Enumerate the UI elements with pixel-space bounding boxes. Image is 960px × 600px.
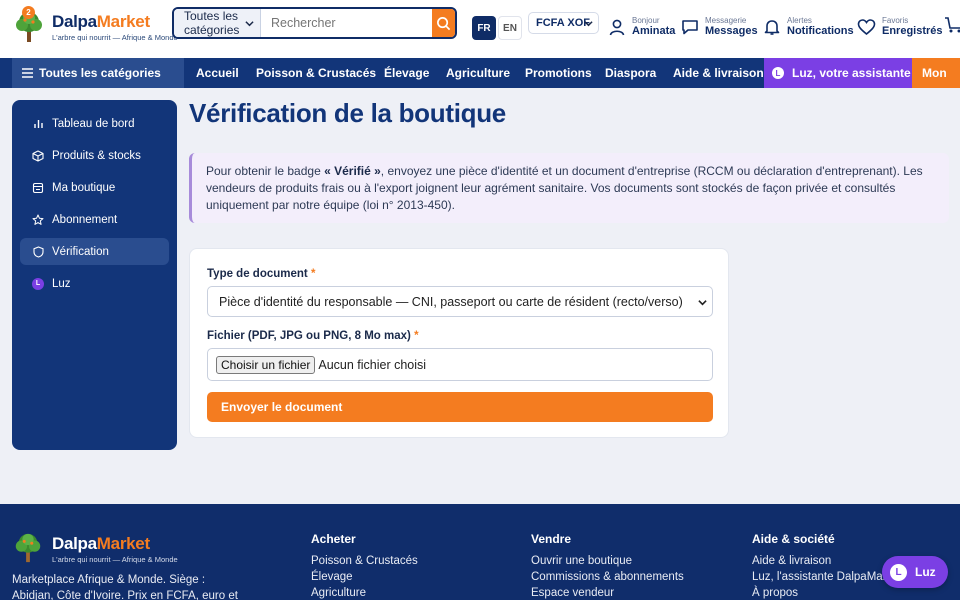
file-status: Aucun fichier choisi	[318, 357, 427, 372]
sidebar-item-luz[interactable]: L Luz	[20, 270, 169, 297]
footer-column-acheter: Acheter Poisson & Crustacés Élevage Agri…	[311, 532, 418, 600]
sidebar-item-label: Tableau de bord	[52, 117, 135, 130]
nav-link-agriculture[interactable]: Agriculture	[446, 66, 510, 80]
sidebar-item-subscription[interactable]: Abonnement	[20, 206, 169, 233]
footer-link[interactable]: Ouvrir une boutique	[531, 555, 684, 567]
box-icon	[30, 149, 46, 162]
footer-link[interactable]: À propos	[752, 587, 902, 599]
logo[interactable]: 2 DalpaMarket L'arbre qui nourrit — Afri…	[12, 6, 178, 44]
luz-icon: L	[32, 277, 44, 290]
brand-name: DalpaMarket	[52, 11, 150, 31]
nav-link-elevage[interactable]: Élevage	[384, 66, 429, 80]
doc-type-label: Type de document *	[207, 268, 316, 280]
footer-link[interactable]: Agriculture	[311, 587, 418, 599]
footer-description: Marketplace Afrique & Monde. Siège : Abi…	[12, 574, 238, 600]
submit-document-button[interactable]: Envoyer le document	[207, 392, 713, 422]
info-notice: Pour obtenir le badge « Vérifié », envoy…	[189, 153, 949, 223]
heart-icon	[857, 19, 876, 36]
brand-name: DalpaMarket	[52, 533, 150, 553]
footer-column-title: Acheter	[311, 532, 356, 546]
brand-tagline: L'arbre qui nourrit — Afrique & Monde	[52, 32, 178, 42]
footer: DalpaMarket L'arbre qui nourrit — Afriqu…	[0, 504, 960, 600]
user-icon	[609, 19, 625, 36]
shield-icon	[30, 245, 46, 258]
nav-link-aide[interactable]: Aide & livraison	[673, 66, 764, 80]
notifications-link[interactable]: Alertes Notifications	[763, 16, 854, 38]
nav-link-accueil[interactable]: Accueil	[196, 66, 239, 80]
footer-link[interactable]: Luz, l'assistante DalpaMarket	[752, 571, 902, 583]
footer-link[interactable]: Élevage	[311, 571, 418, 583]
currency-select[interactable]: FCFA XOF	[528, 12, 599, 34]
footer-link[interactable]: Espace vendeur	[531, 587, 684, 599]
sidebar-item-label: Ma boutique	[52, 181, 116, 194]
footer-column-title: Vendre	[531, 532, 572, 546]
main-nav: Toutes les catégories Accueil Poisson & …	[0, 58, 960, 88]
luz-chat-button[interactable]: L Luz	[882, 556, 948, 588]
lang-en-button[interactable]: EN	[498, 16, 522, 40]
sidebar-item-dashboard[interactable]: Tableau de bord	[20, 110, 169, 137]
favorites-link[interactable]: Favoris Enregistrés	[857, 16, 943, 38]
page-title: Vérification de la boutique	[189, 98, 506, 128]
sidebar-item-verification[interactable]: Vérification	[20, 238, 169, 265]
nav-link-poisson[interactable]: Poisson & Crustacés	[256, 66, 376, 80]
file-input: Choisir un fichier Aucun fichier choisi	[207, 348, 713, 381]
search-icon	[437, 16, 451, 30]
footer-link[interactable]: Commissions & abonnements	[531, 571, 684, 583]
sidebar: Tableau de bord Produits & stocks Ma bou…	[12, 100, 177, 450]
sidebar-item-products[interactable]: Produits & stocks	[20, 142, 169, 169]
search-input[interactable]	[260, 9, 432, 37]
chevron-down-icon	[698, 300, 707, 306]
bell-icon	[764, 20, 780, 35]
account-link[interactable]: Bonjour Aminata	[608, 16, 675, 38]
language-switch: FR EN	[472, 16, 522, 40]
choose-file-button[interactable]: Choisir un fichier	[216, 355, 316, 374]
menu-icon	[22, 68, 33, 78]
tree-logo-icon	[12, 532, 46, 566]
nav-link-promotions[interactable]: Promotions	[525, 66, 592, 80]
cart-icon	[945, 17, 960, 33]
footer-column-vendre: Vendre Ouvrir une boutique Commissions &…	[531, 532, 684, 600]
footer-logo[interactable]: DalpaMarket L'arbre qui nourrit — Afriqu…	[12, 532, 178, 566]
file-label: Fichier (PDF, JPG ou PNG, 8 Mo max) *	[207, 330, 419, 342]
sidebar-item-label: Vérification	[52, 245, 109, 258]
nav-more-button[interactable]: Mon	[912, 58, 960, 88]
luz-icon: L	[890, 563, 907, 581]
luz-icon: L	[772, 67, 784, 79]
lang-fr-button[interactable]: FR	[472, 16, 496, 40]
sidebar-item-label: Produits & stocks	[52, 149, 141, 162]
brand-tagline: L'arbre qui nourrit — Afrique & Monde	[52, 554, 178, 564]
header: 2 DalpaMarket L'arbre qui nourrit — Afri…	[0, 0, 960, 58]
nav-link-diaspora[interactable]: Diaspora	[605, 66, 656, 80]
search-bar: Toutes les catégories	[172, 7, 457, 39]
luz-assistant-button[interactable]: L Luz, votre assistante	[764, 58, 912, 88]
shop-icon	[30, 182, 46, 194]
star-icon	[30, 214, 46, 226]
search-category-select[interactable]: Toutes les catégories	[174, 9, 261, 37]
tree-logo-icon: 2	[12, 6, 46, 44]
cart-link[interactable]	[944, 16, 960, 34]
footer-link[interactable]: Aide & livraison	[752, 555, 902, 567]
footer-column-aide: Aide & société Aide & livraison Luz, l'a…	[752, 532, 902, 600]
search-button[interactable]	[431, 9, 455, 37]
bar-chart-icon	[30, 118, 46, 129]
all-categories-button[interactable]: Toutes les catégories	[12, 58, 184, 88]
sidebar-item-shop[interactable]: Ma boutique	[20, 174, 169, 201]
footer-column-title: Aide & société	[752, 532, 835, 546]
doc-type-select[interactable]: Pièce d'identité du responsable — CNI, p…	[207, 286, 713, 317]
upload-form: Type de document * Pièce d'identité du r…	[189, 248, 729, 438]
chevron-down-icon	[584, 21, 593, 27]
sidebar-item-label: Abonnement	[52, 213, 118, 226]
chat-icon	[682, 20, 698, 35]
chevron-down-icon	[245, 21, 254, 27]
sidebar-item-label: Luz	[52, 277, 71, 290]
messages-link[interactable]: Messagerie Messages	[681, 16, 758, 38]
footer-link[interactable]: Poisson & Crustacés	[311, 555, 418, 567]
notification-badge: 2	[22, 6, 35, 19]
